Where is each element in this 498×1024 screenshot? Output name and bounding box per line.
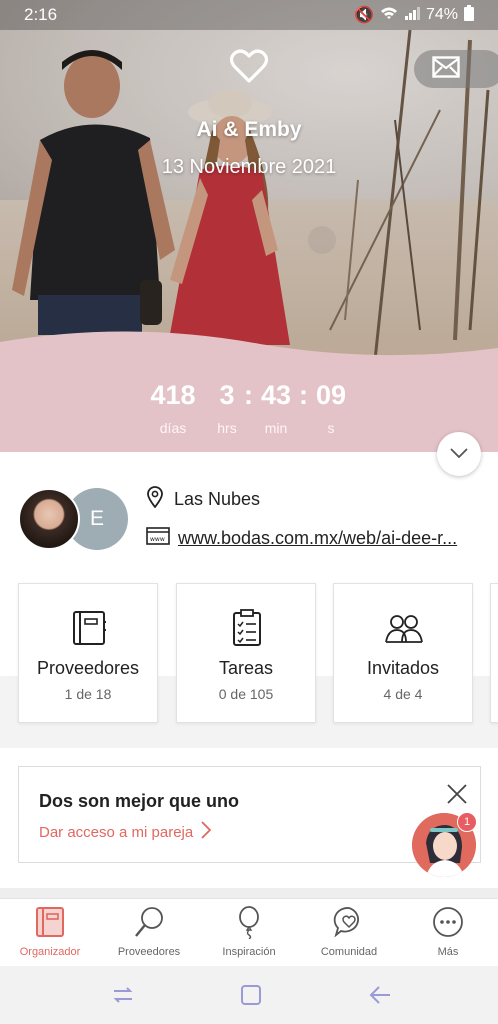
website-row[interactable]: www www.bodas.com.mx/web/ai-dee-r...: [146, 527, 476, 550]
guests-icon: [384, 608, 424, 648]
close-icon[interactable]: [446, 783, 468, 805]
battery-icon: [464, 4, 474, 26]
countdown-hours-label: hrs: [217, 420, 237, 436]
card-title: Proveedores: [36, 658, 140, 678]
recents-icon[interactable]: [110, 982, 136, 1008]
status-time: 2:16: [24, 5, 58, 24]
countdown-seconds-label: s: [327, 420, 335, 436]
nav-label: Proveedores: [117, 946, 181, 958]
wedding-date: 13 Noviembre 2021: [161, 156, 337, 178]
nav-label: Inspiración: [222, 946, 276, 958]
location-row: Las Nubes: [146, 486, 260, 513]
checklist-icon: [227, 608, 267, 648]
location-text: Las Nubes: [174, 489, 261, 509]
countdown-hours: 3: [219, 380, 235, 410]
partner-link-text: Dar acceso a mi pareja: [39, 823, 194, 841]
card-subtitle: 1 de 18: [64, 686, 112, 702]
chevron-right-icon: [201, 821, 212, 843]
nav-label: Organizador: [19, 946, 81, 958]
battery-level: 74%: [425, 6, 458, 23]
card-proveedores[interactable]: Proveedores 1 de 18: [18, 583, 158, 723]
nav-comunidad[interactable]: Comunidad: [299, 899, 399, 967]
nav-label: Comunidad: [320, 946, 378, 958]
card-invitados[interactable]: Invitados 4 de 4: [333, 583, 473, 723]
home-icon[interactable]: [238, 982, 264, 1008]
notebook-icon: [69, 608, 109, 648]
card-title: Tareas: [218, 658, 274, 678]
nav-organizador[interactable]: Organizador: [0, 899, 100, 967]
countdown-days-label: días: [159, 420, 187, 436]
messages-button[interactable]: [414, 50, 498, 88]
card-next-peek[interactable]: [490, 583, 498, 723]
system-navigation-bar: [0, 966, 498, 1024]
status-bar: 2:16 🔇 74%: [0, 0, 498, 30]
countdown-days: 418: [150, 380, 196, 410]
partner-title: Dos son mejor que uno: [39, 791, 240, 811]
nav-label: Más: [437, 946, 459, 958]
magnifier-icon: [133, 905, 165, 939]
card-tareas[interactable]: Tareas 0 de 105: [176, 583, 316, 723]
website-link[interactable]: www.bodas.com.mx/web/ai-dee-r...: [178, 528, 476, 549]
expand-button[interactable]: [437, 432, 481, 476]
mute-icon: 🔇: [354, 7, 374, 24]
nav-inspiracion[interactable]: Inspiración: [199, 899, 299, 967]
bottom-navigation: Organizador Proveedores Inspiración Comu…: [0, 898, 498, 966]
card-title: Invitados: [366, 658, 440, 678]
nav-proveedores[interactable]: Proveedores: [99, 899, 199, 967]
balloon-icon: [233, 905, 265, 940]
user-avatar[interactable]: [18, 488, 80, 550]
svg-text:www: www: [150, 536, 165, 543]
countdown-timer: 418 días 3 hrs : 43 min : 09 s: [0, 380, 498, 440]
couple-names: Ai & Emby: [196, 118, 302, 141]
chat-heart-icon: [333, 905, 365, 939]
back-icon[interactable]: [368, 982, 394, 1008]
countdown-seconds: 09: [315, 380, 347, 410]
card-subtitle: 4 de 4: [383, 686, 423, 702]
chevron-down-icon: [450, 445, 468, 463]
wifi-icon: [380, 6, 398, 25]
countdown-minutes: 43: [260, 380, 292, 410]
more-icon: [432, 905, 464, 939]
app-screen: 2:16 🔇 74% Ai & Emby 13 Noviembre 2021 4…: [0, 0, 498, 1024]
envelope-icon: [432, 55, 460, 83]
map-pin-icon: [146, 486, 164, 513]
nav-mas[interactable]: Más: [398, 899, 498, 967]
notification-badge: 1: [457, 812, 477, 832]
card-subtitle: 0 de 105: [218, 686, 274, 702]
partner-access-link[interactable]: Dar acceso a mi pareja: [39, 821, 212, 843]
heart-icon: [229, 48, 269, 84]
signal-icon: [404, 6, 420, 25]
notebook-icon: [34, 905, 66, 939]
countdown-minutes-label: min: [264, 420, 288, 436]
web-icon: www: [146, 527, 170, 550]
